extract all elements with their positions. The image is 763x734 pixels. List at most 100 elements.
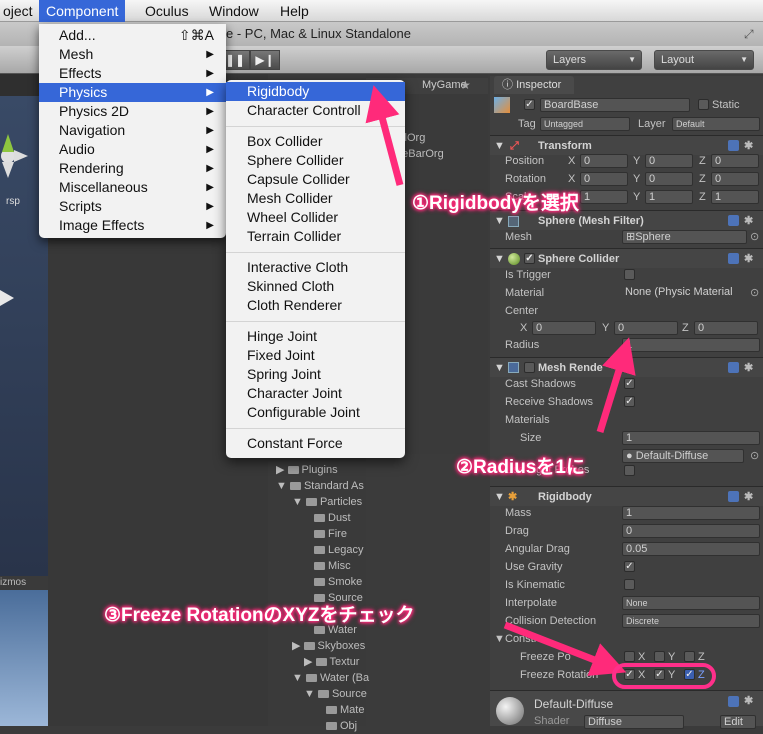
tree-item[interactable]: ▶ Plugins <box>276 462 338 478</box>
help-icon[interactable] <box>728 215 739 226</box>
menu-item-cloth-renderer[interactable]: Cloth Renderer <box>226 296 405 315</box>
tree-item[interactable]: Legacy <box>314 542 363 558</box>
center-x-field[interactable]: 0 <box>532 321 596 335</box>
active-checkbox[interactable]: ✓ <box>524 99 535 110</box>
menu-component[interactable]: Component <box>39 0 126 22</box>
scale-y-field[interactable]: 1 <box>645 190 693 204</box>
position-x-field[interactable]: 0 <box>580 154 628 168</box>
center-y-field[interactable]: 0 <box>614 321 678 335</box>
tree-item[interactable]: ▶ Skyboxes <box>292 638 365 654</box>
menu-item-sphere-collider[interactable]: Sphere Collider <box>226 151 405 170</box>
tree-item[interactable]: ▼ Water (Ba <box>292 670 369 686</box>
object-name-field[interactable]: BoardBase <box>540 98 690 112</box>
rotation-z-field[interactable]: 0 <box>711 172 759 186</box>
menu-item-capsule-collider[interactable]: Capsule Collider <box>226 170 405 189</box>
menu-item-interactive-cloth[interactable]: Interactive Cloth <box>226 258 405 277</box>
menu-item-rendering[interactable]: Rendering ▶ <box>39 159 226 178</box>
light-probes-checkbox[interactable] <box>624 465 635 476</box>
layer-dropdown[interactable]: Default <box>672 117 760 131</box>
menu-item-box-collider[interactable]: Box Collider <box>226 132 405 151</box>
object-picker-icon[interactable]: ⊙ <box>750 284 759 302</box>
tree-item[interactable]: Fire <box>314 526 347 542</box>
position-y-field[interactable]: 0 <box>645 154 693 168</box>
tree-item[interactable]: ▼ Source <box>304 686 367 702</box>
menu-oculus[interactable]: Oculus <box>138 0 196 22</box>
menu-item-constant-force[interactable]: Constant Force <box>226 434 405 453</box>
layers-dropdown[interactable]: Layers ▼ <box>546 50 642 70</box>
sphere-collider-header[interactable]: ▼ ✓ Sphere Collider ✱ <box>490 248 763 268</box>
tree-item[interactable]: ▼ Particles <box>292 494 362 510</box>
tag-dropdown[interactable]: Untagged <box>540 117 630 131</box>
help-icon[interactable] <box>728 491 739 502</box>
renderer-enabled-checkbox[interactable] <box>524 362 535 373</box>
radius-field[interactable]: 1 <box>622 338 760 352</box>
menu-item-character-controller[interactable]: Character Controll <box>226 101 405 120</box>
menu-item-audio[interactable]: Audio ▶ <box>39 140 226 159</box>
element-field[interactable]: ● Default-Diffuse <box>622 449 744 463</box>
tree-item[interactable]: Obj <box>326 718 357 734</box>
position-z-field[interactable]: 0 <box>711 154 759 168</box>
shader-dropdown[interactable]: Diffuse <box>584 715 684 729</box>
inspector-tab[interactable]: ⓘ Inspector <box>494 76 574 94</box>
tree-item[interactable]: ▶ Textur <box>304 654 359 670</box>
object-picker-icon[interactable]: ⊙ <box>750 228 759 246</box>
menu-item-physics[interactable]: Physics ▶ <box>39 83 226 102</box>
rotation-x-field[interactable]: 0 <box>580 172 628 186</box>
menu-item-add[interactable]: Add... ⇧⌘A <box>39 26 226 45</box>
menu-item-mesh-collider[interactable]: Mesh Collider <box>226 189 405 208</box>
is-kinematic-checkbox[interactable] <box>624 579 635 590</box>
tree-item[interactable]: ▼ Standard As <box>276 478 364 494</box>
material-header[interactable]: Default-Diffuse Shader Diffuse Edit ✱ <box>490 690 763 729</box>
help-icon[interactable] <box>728 696 739 707</box>
menu-item-rigidbody[interactable]: Rigidbody <box>226 82 405 101</box>
object-picker-icon[interactable]: ⊙ <box>750 447 759 465</box>
receive-shadows-checkbox[interactable]: ✓ <box>624 396 635 407</box>
menu-item-fixed-joint[interactable]: Fixed Joint <box>226 346 405 365</box>
interpolate-dropdown[interactable]: None <box>622 596 760 610</box>
menu-item-miscellaneous[interactable]: Miscellaneous ▶ <box>39 178 226 197</box>
layout-dropdown[interactable]: Layout ▼ <box>654 50 754 70</box>
scale-x-field[interactable]: 1 <box>580 190 628 204</box>
tree-item[interactable]: Smoke <box>314 574 362 590</box>
menu-item-wheel-collider[interactable]: Wheel Collider <box>226 208 405 227</box>
use-gravity-checkbox[interactable]: ✓ <box>624 561 635 572</box>
edit-button[interactable]: Edit <box>720 715 756 729</box>
freeze-pos-x-checkbox[interactable] <box>624 651 635 662</box>
freeze-pos-z-checkbox[interactable] <box>684 651 695 662</box>
gear-icon[interactable]: ✱ <box>744 691 753 711</box>
freeze-pos-y-checkbox[interactable] <box>654 651 665 662</box>
cast-shadows-checkbox[interactable]: ✓ <box>624 378 635 389</box>
collision-dropdown[interactable]: Discrete <box>622 614 760 628</box>
menu-item-terrain-collider[interactable]: Terrain Collider <box>226 227 405 246</box>
gizmos-label[interactable]: izmos <box>0 577 26 588</box>
tree-item[interactable]: Dust <box>314 510 351 526</box>
menu-item-navigation[interactable]: Navigation ▶ <box>39 121 226 140</box>
center-z-field[interactable]: 0 <box>694 321 758 335</box>
star-icon[interactable]: ★ <box>460 78 471 92</box>
menu-item-effects[interactable]: Effects ▶ <box>39 64 226 83</box>
is-trigger-checkbox[interactable] <box>624 269 635 280</box>
step-button[interactable]: ▶❙ <box>250 50 280 70</box>
scale-z-field[interactable]: 1 <box>711 190 759 204</box>
menu-help[interactable]: Help <box>273 0 316 22</box>
collider-enabled-checkbox[interactable]: ✓ <box>524 253 535 264</box>
menu-item-scripts[interactable]: Scripts ▶ <box>39 197 226 216</box>
help-icon[interactable] <box>728 362 739 373</box>
menu-item-configurable-joint[interactable]: Configurable Joint <box>226 403 405 422</box>
tree-item[interactable]: Misc <box>314 558 351 574</box>
mesh-renderer-header[interactable]: ▼ Mesh Rende ✱ <box>490 357 763 377</box>
drag-field[interactable]: 0 <box>622 524 760 538</box>
menu-item-skinned-cloth[interactable]: Skinned Cloth <box>226 277 405 296</box>
resize-icon[interactable]: ⤢ <box>744 22 754 46</box>
material-field[interactable]: None (Physic Material <box>622 286 744 300</box>
rotation-y-field[interactable]: 0 <box>645 172 693 186</box>
size-field[interactable]: 1 <box>622 431 760 445</box>
foldout-arrow-icon[interactable]: ▼ <box>494 630 505 648</box>
menu-item-mesh[interactable]: Mesh ▶ <box>39 45 226 64</box>
tree-item[interactable]: Mate <box>326 702 364 718</box>
rigidbody-header[interactable]: ▼ ✱ Rigidbody ✱ <box>490 486 763 506</box>
help-icon[interactable] <box>728 140 739 151</box>
menu-project[interactable]: oject <box>0 0 40 22</box>
mass-field[interactable]: 1 <box>622 506 760 520</box>
menu-item-character-joint[interactable]: Character Joint <box>226 384 405 403</box>
